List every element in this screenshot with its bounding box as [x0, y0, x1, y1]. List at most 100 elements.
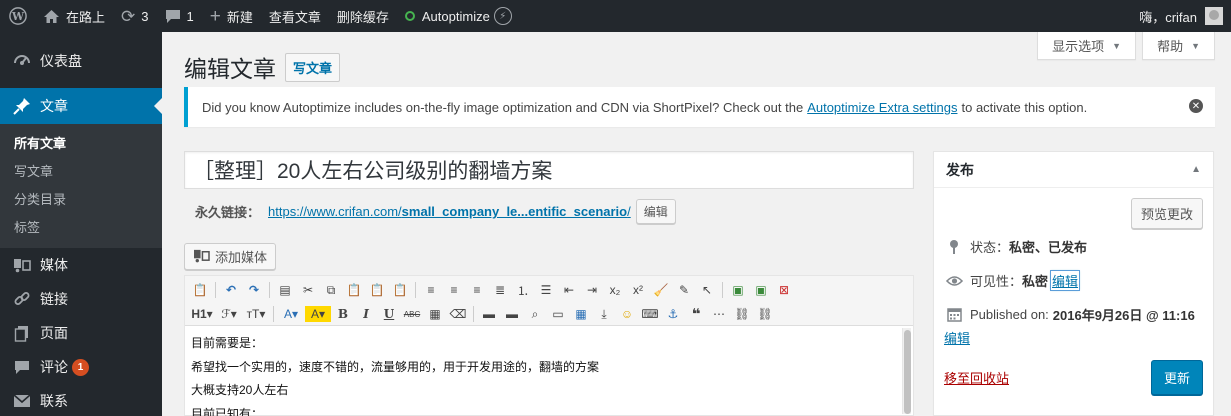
copy-icon[interactable]: ⧉ — [320, 280, 342, 301]
view-post-link[interactable]: 查看文章 — [261, 0, 329, 32]
insert-link-icon[interactable]: ⛓ — [731, 304, 753, 325]
my-account-menu[interactable]: 嗨，crifan — [1131, 0, 1231, 32]
eye-icon — [944, 275, 964, 287]
insert-more-icon[interactable]: ⤓ — [593, 304, 615, 325]
underline-icon[interactable]: U — [378, 304, 400, 325]
submenu-all-posts[interactable]: 所有文章 — [0, 130, 162, 158]
wordpress-logo-menu[interactable]: W — [0, 0, 35, 32]
insert-column-icon[interactable]: ▬ — [501, 304, 523, 325]
help-button[interactable]: 帮助 ▼ — [1142, 32, 1215, 60]
editor-scrollbar[interactable] — [902, 328, 911, 414]
add-new-post-button[interactable]: 写文章 — [285, 53, 341, 82]
insert-image-alt-icon[interactable]: ▣ — [750, 280, 772, 301]
font-size-dropdown-icon[interactable]: тT▾ — [243, 304, 269, 325]
paste-plain-icon[interactable]: 📋 — [389, 280, 411, 301]
edit-icon[interactable]: ✎ — [673, 280, 695, 301]
cut-icon[interactable]: ✂ — [297, 280, 319, 301]
collapse-arrow-icon[interactable]: ▲ — [1191, 164, 1201, 175]
remove-format-icon[interactable]: ⊠ — [773, 280, 795, 301]
menu-posts-label: 文章 — [40, 98, 68, 114]
calendar-icon — [944, 307, 964, 322]
screen-options-button[interactable]: 显示选项 ▼ — [1037, 32, 1137, 60]
undo-icon[interactable]: ↶ — [220, 280, 242, 301]
redo-icon[interactable]: ↷ — [243, 280, 265, 301]
publish-box-header[interactable]: 发布 ▲ — [934, 152, 1213, 188]
bold-icon[interactable]: B — [332, 304, 354, 325]
emoticon-icon[interactable]: ☺ — [616, 304, 638, 325]
anchor-icon[interactable]: ⚓ — [662, 304, 684, 325]
dismiss-notice-icon[interactable]: ✕ — [1189, 99, 1203, 113]
screen-meta-links: 显示选项 ▼ 帮助 ▼ — [1037, 32, 1215, 60]
insert-code-icon[interactable]: ⌨ — [639, 304, 661, 325]
editor-content[interactable]: 目前需要是： 希望找一个实用的，速度不错的，流量够用的，用于开发用途的，翻墙的方… — [185, 326, 913, 416]
page-break-icon[interactable]: ⋯ — [708, 304, 730, 325]
autoptimize-menu[interactable]: Autoptimize ⚡ — [397, 0, 520, 32]
menu-posts[interactable]: 文章 — [0, 88, 162, 124]
align-center-icon[interactable]: ≡ — [443, 280, 465, 301]
table-grid-icon[interactable]: ▦ — [424, 304, 446, 325]
align-left-icon[interactable]: ≡ — [420, 280, 442, 301]
align-justify-icon[interactable]: ≣ — [489, 280, 511, 301]
clear-cache-link[interactable]: 删除缓存 — [329, 0, 397, 32]
updates-menu[interactable]: ⟳ 3 — [113, 0, 156, 32]
visibility-row: 可见性： 私密 编辑 — [944, 270, 1081, 291]
new-document-icon[interactable]: ▤ — [274, 280, 296, 301]
move-to-trash-link[interactable]: 移至回收站 — [944, 368, 1009, 387]
status-ring-icon — [404, 11, 415, 21]
cursor-icon[interactable]: ↖ — [696, 280, 718, 301]
clean-up-icon[interactable]: 🧹 — [650, 280, 672, 301]
menu-contact[interactable]: 联系 — [0, 384, 162, 416]
indent-icon[interactable]: ⇥ — [581, 280, 603, 301]
menu-pages-label: 页面 — [40, 325, 68, 341]
insert-image-icon[interactable]: ▣ — [727, 280, 749, 301]
edit-permalink-button[interactable]: 编辑 — [635, 199, 676, 224]
paste-icon[interactable]: 📋 — [189, 280, 211, 301]
bullet-list-icon[interactable]: ☰ — [535, 280, 557, 301]
comments-menu[interactable]: 1 — [157, 0, 202, 32]
link-chain-icon — [12, 290, 32, 308]
align-right-icon[interactable]: ≡ — [466, 280, 488, 301]
eraser-icon[interactable]: ⌫ — [447, 304, 469, 325]
permalink-label: 永久链接： — [195, 205, 261, 220]
menu-pages[interactable]: 页面 — [0, 316, 162, 350]
strikethrough-icon[interactable]: ABC — [401, 304, 423, 325]
add-media-button[interactable]: 添加媒体 — [184, 243, 277, 270]
edit-date-link[interactable]: 编辑 — [944, 328, 970, 347]
edit-visibility-link[interactable]: 编辑 — [1050, 270, 1081, 291]
media-icon — [12, 257, 32, 273]
notice-settings-link[interactable]: Autoptimize Extra settings — [807, 100, 957, 115]
menu-links[interactable]: 链接 — [0, 282, 162, 316]
site-name: 在路上 — [66, 9, 106, 25]
submenu-new-post[interactable]: 写文章 — [0, 158, 162, 186]
find-replace-icon[interactable]: ⌕ — [524, 304, 546, 325]
site-name-menu[interactable]: 在路上 — [35, 0, 113, 32]
unlink-icon[interactable]: ⛓ — [754, 304, 776, 325]
visibility-value: 私密 — [1022, 274, 1049, 289]
numbered-list-icon[interactable]: ⒈ — [512, 280, 534, 301]
superscript-icon[interactable]: x² — [627, 280, 649, 301]
heading-dropdown-icon[interactable]: H1▾ — [189, 304, 215, 325]
text-color-icon[interactable]: A▾ — [278, 304, 304, 325]
preview-changes-button[interactable]: 预览更改 — [1130, 198, 1203, 229]
highlight-color-icon[interactable]: A▾ — [305, 306, 331, 322]
blockquote-icon[interactable]: ❝ — [685, 304, 707, 325]
add-media-label: 添加媒体 — [215, 250, 268, 265]
post-title-input[interactable]: ［整理］20人左右公司级别的翻墙方案 — [184, 151, 914, 189]
permalink-link[interactable]: https://www.crifan.com/small_company_le.… — [268, 204, 631, 219]
insert-media-icon[interactable]: ▭ — [547, 304, 569, 325]
italic-icon[interactable]: I — [355, 304, 377, 325]
insert-row-icon[interactable]: ▬ — [478, 304, 500, 325]
font-family-dropdown-icon[interactable]: ℱ▾ — [216, 304, 242, 325]
new-content-menu[interactable]: + 新建 — [202, 0, 261, 32]
menu-comments[interactable]: 评论 1 — [0, 350, 162, 384]
subscript-icon[interactable]: x₂ — [604, 280, 626, 301]
outdent-icon[interactable]: ⇤ — [558, 280, 580, 301]
insert-table-icon[interactable]: ▦ — [570, 304, 592, 325]
submenu-tags[interactable]: 标签 — [0, 214, 162, 242]
update-button[interactable]: 更新 — [1150, 360, 1203, 395]
menu-dashboard[interactable]: 仪表盘 — [0, 44, 162, 78]
menu-media[interactable]: 媒体 — [0, 248, 162, 282]
paste-text-icon[interactable]: 📋 — [343, 280, 365, 301]
submenu-categories[interactable]: 分类目录 — [0, 186, 162, 214]
paste-word-icon[interactable]: 📋 — [366, 280, 388, 301]
